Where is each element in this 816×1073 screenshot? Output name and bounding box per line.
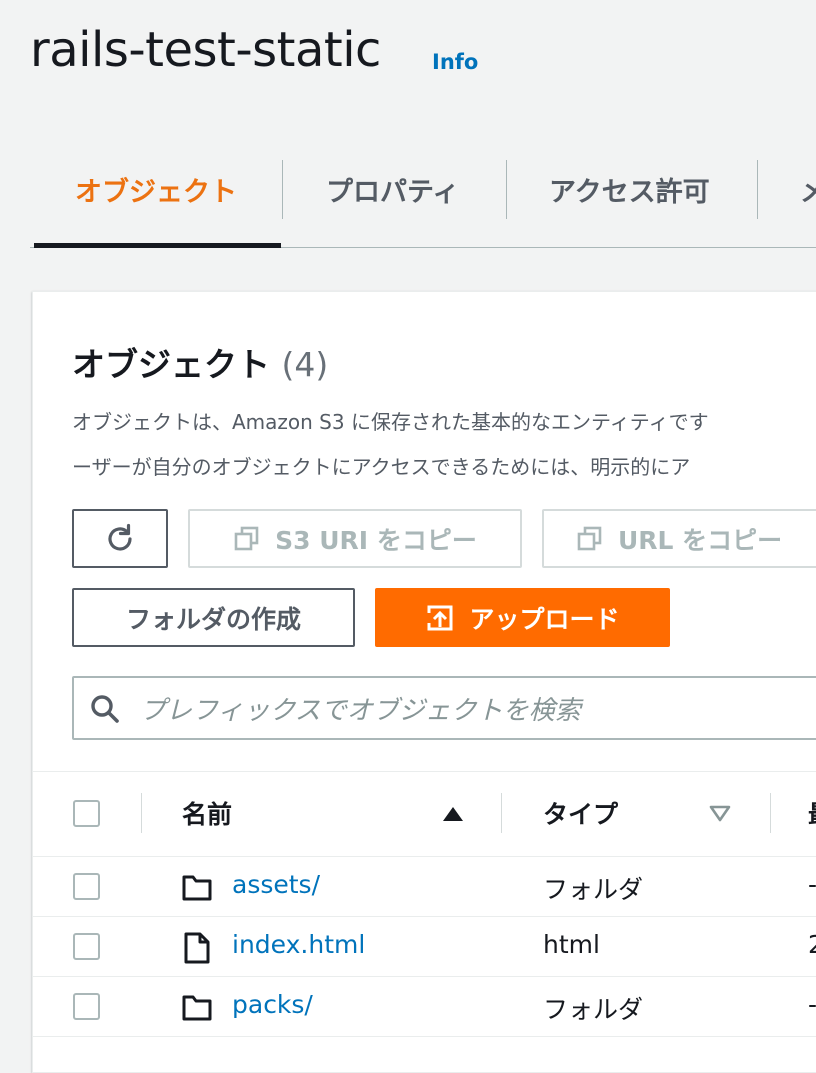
column-header-modified[interactable]: 最 [808, 795, 816, 831]
select-all-checkbox[interactable] [73, 800, 100, 827]
objects-heading-label: オブジェクト [72, 345, 270, 384]
object-modified: 2 [808, 930, 816, 959]
active-tab-indicator [34, 243, 281, 248]
upload-button[interactable]: アップロード [375, 588, 670, 647]
object-modified: - [808, 870, 816, 899]
copy-icon [576, 525, 604, 553]
copy-url-button[interactable]: URL をコピー [542, 509, 816, 568]
sort-ascending-icon[interactable] [442, 806, 464, 826]
row-divider [32, 1036, 816, 1037]
table-top-border [32, 771, 816, 772]
tab-objects[interactable]: オブジェクト [75, 170, 237, 209]
create-folder-label: フォルダの作成 [125, 604, 301, 634]
row-checkbox[interactable] [73, 873, 100, 900]
upload-icon [425, 603, 455, 633]
row-checkbox[interactable] [73, 993, 100, 1020]
tab-properties[interactable]: プロパティ [326, 170, 459, 209]
objects-description-line: オブジェクトは、Amazon S3 に保存された基本的なエンティティです [72, 410, 709, 434]
info-link[interactable]: Info [432, 50, 478, 74]
object-name-link[interactable]: packs/ [232, 990, 313, 1019]
file-icon [184, 932, 210, 968]
objects-description-line: ーザーが自分のオブジェクトにアクセスできるためには、明示的にア [72, 455, 691, 479]
object-name-link[interactable]: assets/ [232, 870, 320, 899]
copy-url-label: URL をコピー [618, 525, 783, 555]
copy-s3-uri-button[interactable]: S3 URI をコピー [188, 509, 522, 568]
folder-icon [182, 993, 212, 1025]
folder-icon [182, 873, 212, 905]
row-divider [32, 976, 816, 977]
object-name-link[interactable]: index.html [232, 930, 365, 959]
refresh-button[interactable] [72, 509, 168, 568]
column-header-type[interactable]: タイプ [543, 795, 618, 831]
search-placeholder: プレフィックスでオブジェクトを検索 [140, 696, 581, 726]
object-type: フォルダ [543, 995, 644, 1024]
tab-permissions[interactable]: アクセス許可 [549, 170, 710, 209]
objects-count: (4) [281, 345, 329, 384]
copy-icon [233, 525, 261, 553]
object-type: フォルダ [543, 875, 644, 904]
search-icon [90, 694, 120, 728]
tab-divider [506, 160, 507, 219]
objects-heading: オブジェクト (4) [72, 338, 328, 386]
row-divider [32, 916, 816, 917]
column-divider [141, 793, 142, 833]
copy-s3-uri-label: S3 URI をコピー [275, 525, 477, 555]
upload-label: アップロード [469, 604, 620, 634]
refresh-icon [103, 522, 137, 556]
tab-divider [757, 160, 758, 219]
column-divider [501, 793, 502, 833]
sort-descending-icon[interactable] [709, 805, 731, 826]
object-modified: - [808, 990, 816, 1019]
column-header-name[interactable]: 名前 [182, 795, 232, 831]
column-divider [770, 793, 771, 833]
page-title: rails-test-static [30, 22, 381, 78]
header-bottom-border [32, 856, 816, 857]
object-type: html [543, 930, 600, 959]
row-checkbox[interactable] [73, 933, 100, 960]
tab-metrics[interactable]: メ [800, 170, 816, 209]
tab-divider [282, 160, 283, 219]
create-folder-button[interactable]: フォルダの作成 [72, 588, 355, 647]
